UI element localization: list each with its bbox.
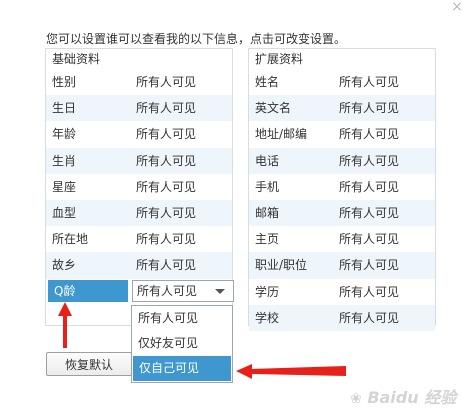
row-label-selected: Q龄 [48, 279, 128, 302]
row-label: 所在地 [52, 232, 89, 247]
row-label: 年龄 [52, 127, 77, 142]
table-row[interactable]: 邮箱 所有人可见 [249, 199, 435, 227]
chevron-down-icon[interactable] [215, 288, 225, 294]
instruction-text: 您可以设置谁可以查看我的以下信息，点击可改变设置。 [46, 32, 347, 46]
basic-info-panel: 基础资料 性别 所有人可见 生日 所有人可见 年龄 所有人可见 生肖 所有人可见… [45, 48, 234, 326]
row-visibility[interactable]: 所有人可见 [136, 69, 196, 95]
row-visibility[interactable]: 所有人可见 [136, 148, 196, 174]
watermark-text: Baidu 经验 [367, 388, 457, 407]
row-label: 姓名 [255, 75, 280, 89]
select-value: 所有人可见 [137, 283, 198, 298]
row-visibility[interactable]: 所有人可见 [339, 69, 399, 95]
table-row[interactable]: 英文名 所有人可见 [249, 95, 435, 122]
table-row[interactable]: 星座 所有人可见 [46, 174, 232, 200]
row-visibility[interactable]: 所有人可见 [339, 252, 399, 278]
table-row[interactable]: 姓名 所有人可见 [249, 69, 435, 95]
table-row[interactable]: 血型 所有人可见 [46, 199, 232, 227]
dropdown-option-everyone[interactable]: 所有人可见 [132, 306, 232, 331]
row-visibility[interactable]: 所有人可见 [136, 121, 196, 147]
row-label: 生日 [52, 101, 77, 116]
row-visibility[interactable]: 所有人可见 [339, 226, 399, 252]
row-visibility[interactable]: 所有人可见 [339, 174, 399, 200]
row-label: 英文名 [255, 101, 292, 116]
dropdown-option-self[interactable]: 仅自己可见 [133, 356, 231, 381]
row-label: 性别 [52, 75, 77, 89]
visibility-dropdown-list: 所有人可见 仅好友可见 仅自己可见 [131, 305, 233, 383]
extended-info-panel: 扩展资料 姓名 所有人可见 英文名 所有人可见 地址/邮编 所有人可见 电话 所… [248, 48, 436, 331]
row-label: 地址/邮编 [255, 127, 308, 142]
extended-info-title: 扩展资料 [255, 52, 304, 66]
row-label: 生肖 [52, 153, 77, 168]
row-label: 学历 [255, 284, 280, 299]
table-row[interactable]: 年龄 所有人可见 [46, 121, 232, 147]
table-row[interactable]: 所在地 所有人可见 [46, 226, 232, 252]
row-visibility[interactable]: 所有人可见 [339, 148, 399, 174]
table-row[interactable]: 学历 所有人可见 [249, 279, 435, 305]
row-label: 职业/职位 [255, 258, 308, 273]
basic-info-title: 基础资料 [52, 52, 101, 66]
row-visibility[interactable]: 所有人可见 [339, 279, 399, 305]
baidu-watermark: ❀ Baidu 经验 [350, 384, 460, 412]
row-label: 邮箱 [255, 205, 280, 220]
table-row[interactable]: 学校 所有人可见 [249, 304, 435, 331]
table-row[interactable]: 生日 所有人可见 [46, 95, 232, 122]
row-label: 手机 [255, 179, 280, 194]
table-row[interactable]: 电话 所有人可见 [249, 147, 435, 174]
row-visibility[interactable]: 所有人可见 [136, 200, 196, 226]
row-visibility[interactable]: 所有人可见 [136, 226, 196, 252]
row-visibility[interactable]: 所有人可见 [136, 174, 196, 200]
dropdown-option-friends[interactable]: 仅好友可见 [132, 331, 232, 356]
table-row[interactable]: 主页 所有人可见 [249, 226, 435, 252]
table-row[interactable]: 职业/职位 所有人可见 [249, 252, 435, 279]
row-label: 电话 [255, 153, 280, 168]
row-visibility[interactable]: 所有人可见 [339, 200, 399, 226]
row-visibility[interactable]: 所有人可见 [339, 305, 399, 331]
table-row[interactable]: 生肖 所有人可见 [46, 147, 232, 174]
paw-icon: ❀ [350, 391, 362, 407]
reset-default-button[interactable]: 恢复默认 [46, 352, 132, 376]
table-row[interactable]: 性别 所有人可见 [46, 69, 232, 95]
row-visibility[interactable]: 所有人可见 [136, 95, 196, 121]
table-row[interactable]: 手机 所有人可见 [249, 174, 435, 200]
close-icon[interactable]: × [450, 0, 464, 14]
row-label: 主页 [255, 232, 280, 247]
row-visibility[interactable]: 所有人可见 [339, 95, 399, 121]
row-label: 血型 [52, 205, 77, 220]
table-row-q-age[interactable]: Q龄 所有人可见 [46, 279, 234, 305]
left-arrow-icon [236, 364, 346, 379]
row-visibility[interactable]: 所有人可见 [339, 121, 399, 147]
table-row[interactable]: 地址/邮编 所有人可见 [249, 121, 435, 147]
visibility-select[interactable]: 所有人可见 [132, 279, 234, 302]
row-visibility[interactable]: 所有人可见 [136, 252, 196, 278]
row-label: 星座 [52, 179, 77, 194]
table-row[interactable]: 故乡 所有人可见 [46, 252, 232, 279]
row-label: 学校 [255, 310, 280, 325]
row-label: 故乡 [52, 258, 77, 273]
